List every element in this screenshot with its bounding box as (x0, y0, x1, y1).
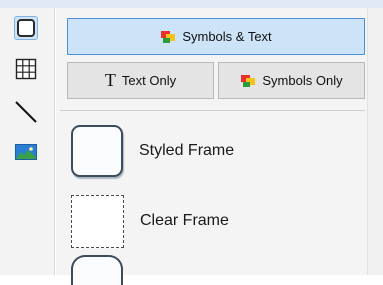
next-frame-swatch (71, 255, 123, 285)
styled-frame-label: Styled Frame (139, 142, 235, 159)
clear-frame-option[interactable]: Clear Frame (66, 193, 365, 249)
symbol-card-icon (240, 74, 256, 88)
styled-frame-swatch (71, 125, 123, 177)
image-tool[interactable] (14, 140, 38, 164)
image-icon (15, 144, 37, 160)
text-only-label: Text Only (121, 73, 177, 88)
clear-frame-label: Clear Frame (140, 212, 229, 229)
text-only-button[interactable]: T Text Only (67, 62, 214, 99)
symbols-only-label: Symbols Only (262, 73, 343, 88)
symbols-and-text-label: Symbols & Text (182, 29, 272, 44)
symbol-card-icon (160, 30, 176, 44)
styled-frame-icon (17, 19, 35, 37)
styled-frame-tool[interactable] (14, 16, 38, 40)
text-t-icon: T (104, 70, 116, 90)
table-tool[interactable] (14, 57, 38, 81)
window-top-strip (0, 0, 383, 8)
panel-scrollbar[interactable] (367, 8, 383, 275)
symbols-and-text-button[interactable]: Symbols & Text (67, 18, 365, 55)
tool-sidebar (0, 8, 55, 275)
next-frame-option[interactable] (66, 255, 365, 285)
clear-frame-swatch (71, 194, 124, 248)
table-icon (15, 58, 37, 80)
section-divider (60, 110, 365, 111)
symbols-only-button[interactable]: Symbols Only (218, 62, 365, 99)
line-icon (15, 101, 37, 123)
line-tool[interactable] (14, 100, 38, 124)
styled-frame-option[interactable]: Styled Frame (66, 120, 365, 182)
